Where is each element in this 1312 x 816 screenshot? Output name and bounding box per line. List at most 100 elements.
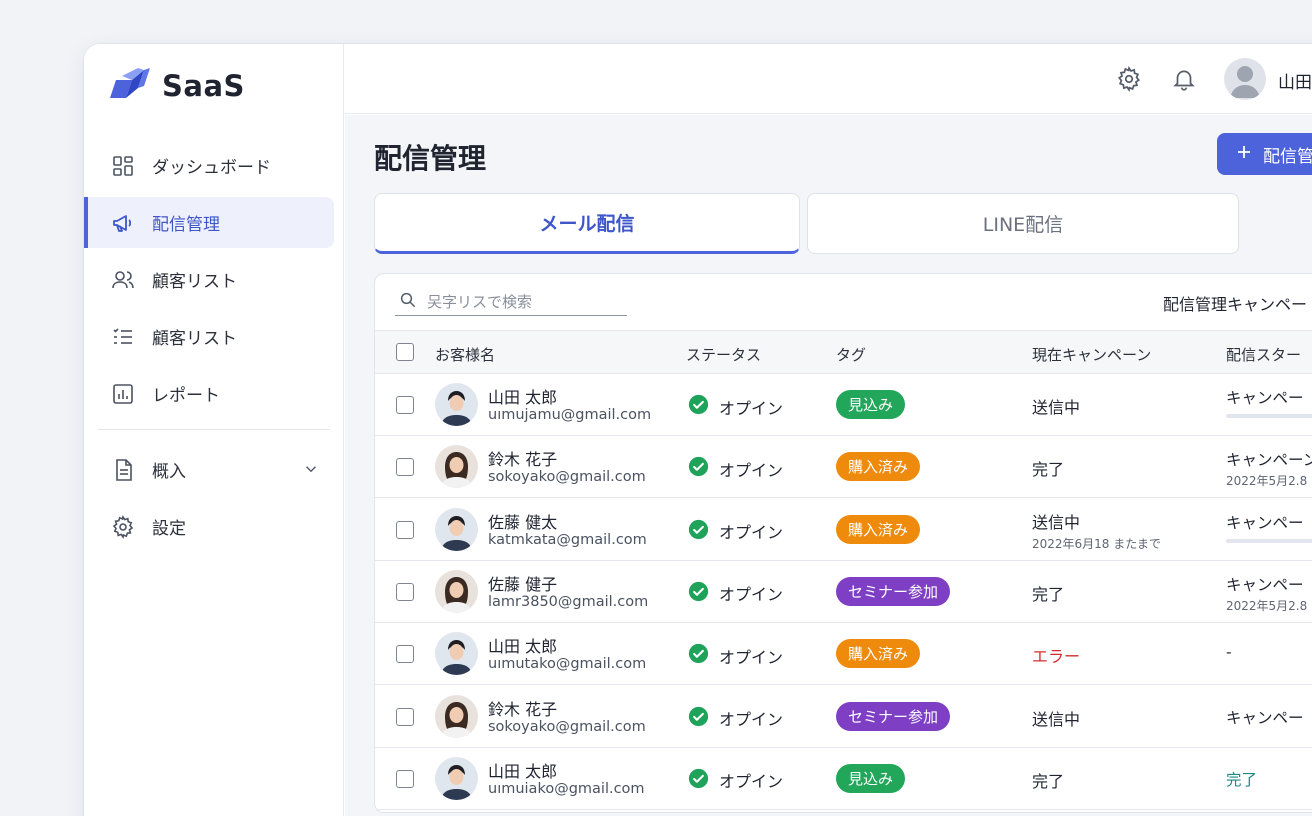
campaign-filter-label[interactable]: 配信管理キャンペー: [1163, 291, 1307, 315]
search-box[interactable]: [395, 288, 627, 316]
sidebar-item-delivery[interactable]: 配信管理: [84, 197, 334, 248]
sidebar-item-label: ダッシュボード: [152, 158, 271, 178]
user-name[interactable]: 山田: [1278, 68, 1312, 93]
customer-avatar: [435, 383, 478, 426]
customer-email: uımujamu@gmail.com: [488, 407, 652, 423]
row-checkbox[interactable]: [396, 707, 414, 726]
page-title: 配信管理: [374, 142, 487, 175]
customer-avatar: [435, 632, 478, 676]
customer-avatar: [435, 569, 478, 613]
customer-table-card: 配信管理キャンペー お客様名 ステータス タグ 現在キャンペーン 配信スター 山…: [374, 273, 1312, 813]
campaign-status: 完了: [1032, 771, 1065, 791]
column-header-delivery[interactable]: 配信スター: [1226, 344, 1301, 365]
check-circle-icon: [688, 768, 709, 793]
row-checkbox[interactable]: [396, 520, 414, 539]
status-cell: オプイン: [688, 519, 783, 544]
customer-name[interactable]: 鈴木 花子: [488, 696, 557, 720]
check-circle-icon: [688, 706, 709, 731]
column-header-status[interactable]: ステータス: [686, 344, 761, 365]
tag-badge: セミナー参加: [836, 576, 951, 606]
check-circle-icon: [688, 643, 709, 668]
new-delivery-button[interactable]: 配信管: [1217, 133, 1312, 175]
sidebar-item-label: 設定: [152, 519, 186, 539]
gear-icon: [110, 514, 136, 540]
status-cell: オプイン: [688, 706, 783, 731]
delivery-status: 完了: [1226, 770, 1258, 789]
delivery-date: 2022年5月2.8: [1226, 598, 1308, 613]
settings-gear-icon[interactable]: [1116, 65, 1142, 93]
sidebar-item-dashboard[interactable]: ダッシュボード: [84, 140, 334, 191]
tag-badge: 購入済み: [836, 639, 921, 669]
campaign-status: 完了: [1032, 584, 1065, 604]
row-checkbox[interactable]: [396, 458, 414, 477]
customer-email: sokoyako@gmail.com: [488, 469, 646, 486]
customer-name[interactable]: 山田 太郎: [488, 633, 557, 657]
customer-name[interactable]: 佐藤 健子: [488, 571, 557, 595]
check-circle-icon: [688, 456, 709, 481]
select-all-checkbox[interactable]: [396, 343, 414, 361]
row-checkbox[interactable]: [396, 769, 414, 788]
delivery-status: キャンペーン: [1226, 451, 1312, 470]
campaign-status: 送信中: [1032, 398, 1081, 417]
customer-email: lamr3850@gmail.com: [488, 593, 649, 610]
customer-name[interactable]: 山田 太郎: [488, 384, 557, 408]
table-row[interactable]: 山田 太郎 uımuiako@gmail.com オプイン 見込み 完了 完了: [375, 748, 1312, 810]
check-circle-icon: [688, 394, 709, 419]
campaign-status: 送信中: [1032, 709, 1081, 729]
sidebar-item-report[interactable]: レポート: [84, 368, 334, 419]
customer-email: uımutako@gmail.com: [488, 656, 647, 673]
search-input[interactable]: [427, 292, 617, 311]
delivery-date: 2022年5月2.8: [1226, 474, 1308, 489]
status-label: オプイン: [719, 585, 784, 605]
customer-name[interactable]: 佐藤 健太: [488, 509, 557, 533]
column-header-tag[interactable]: タグ: [836, 344, 866, 365]
customer-avatar: [435, 507, 478, 551]
sidebar: SaaS ダッシュボード 配信管理 顧客リスト 顧客リスト レポート 概入 設定: [84, 44, 344, 816]
topbar: 山田: [345, 44, 1312, 114]
table-row[interactable]: 鈴木 花子 sokoyako@gmail.com オプイン セミナー参加 送信中 キャンペ…: [375, 686, 1312, 748]
customer-name[interactable]: 鈴木 花子: [488, 446, 557, 470]
sidebar-item-customer-list[interactable]: 顧客リスト: [84, 311, 334, 362]
row-checkbox[interactable]: [396, 396, 414, 414]
status-label: オプイン: [719, 398, 784, 418]
customer-email: sokoyako@gmail.com: [488, 718, 646, 735]
table-row[interactable]: 鈴木 花子 sokoyako@gmail.com オプイン 購入済み 完了 キャンペーン 2…: [375, 436, 1312, 499]
tag-badge: セミナー参加: [836, 701, 951, 731]
tab-email[interactable]: メール配信: [374, 193, 800, 254]
sidebar-item-overview[interactable]: 概入: [84, 444, 334, 495]
table-row[interactable]: 佐藤 健子 lamr3850@gmail.com オプイン セミナー参加 完了 キャンペー…: [375, 561, 1312, 623]
table-row[interactable]: 佐藤 健太 katmkata@gmail.com オプイン 購入済み 送信中 2022年6…: [375, 499, 1312, 561]
app-window: SaaS ダッシュボード 配信管理 顧客リスト 顧客リスト レポート 概入 設定…: [84, 44, 1312, 816]
plus-icon: [1235, 143, 1253, 166]
table-row[interactable]: 山田 太郎 uımujamu@gmail.com オプイン 見込み 送信中 キャンペー: [375, 374, 1312, 436]
row-checkbox[interactable]: [396, 582, 414, 601]
table-row[interactable]: 山田 太郎 uımutako@gmail.com オプイン 購入済み エラー -: [375, 623, 1312, 686]
delivery-status: キャンペー: [1226, 708, 1304, 727]
delivery-status: -: [1226, 643, 1232, 662]
dashboard-icon: [110, 153, 136, 179]
sidebar-item-label: 概入: [152, 462, 186, 482]
tab-label: メール配信: [539, 213, 635, 235]
chevron-down-icon[interactable]: [302, 460, 320, 483]
row-checkbox[interactable]: [396, 645, 414, 664]
column-header-campaign[interactable]: 現在キャンペーン: [1032, 344, 1151, 365]
brand[interactable]: SaaS: [110, 66, 245, 106]
users-icon: [110, 267, 136, 293]
user-avatar[interactable]: [1224, 58, 1266, 100]
status-cell: オプイン: [688, 581, 783, 606]
tag-badge: 購入済み: [836, 514, 921, 544]
customer-avatar: [435, 445, 478, 489]
sidebar-item-settings[interactable]: 設定: [84, 501, 334, 552]
sidebar-divider: [98, 429, 330, 430]
report-icon: [110, 381, 136, 407]
tab-line[interactable]: LINE配信: [807, 193, 1239, 254]
sidebar-item-customers[interactable]: 顧客リスト: [84, 254, 334, 305]
campaign-status: エラー: [1032, 647, 1081, 667]
bell-icon[interactable]: [1171, 66, 1197, 92]
delivery-progress-bar: [1226, 414, 1312, 418]
status-label: オプイン: [719, 647, 784, 667]
check-circle-icon: [688, 519, 709, 544]
column-header-name[interactable]: お客様名: [435, 344, 495, 365]
sidebar-item-label: 配信管理: [152, 215, 220, 235]
customer-name[interactable]: 山田 太郎: [488, 758, 557, 782]
